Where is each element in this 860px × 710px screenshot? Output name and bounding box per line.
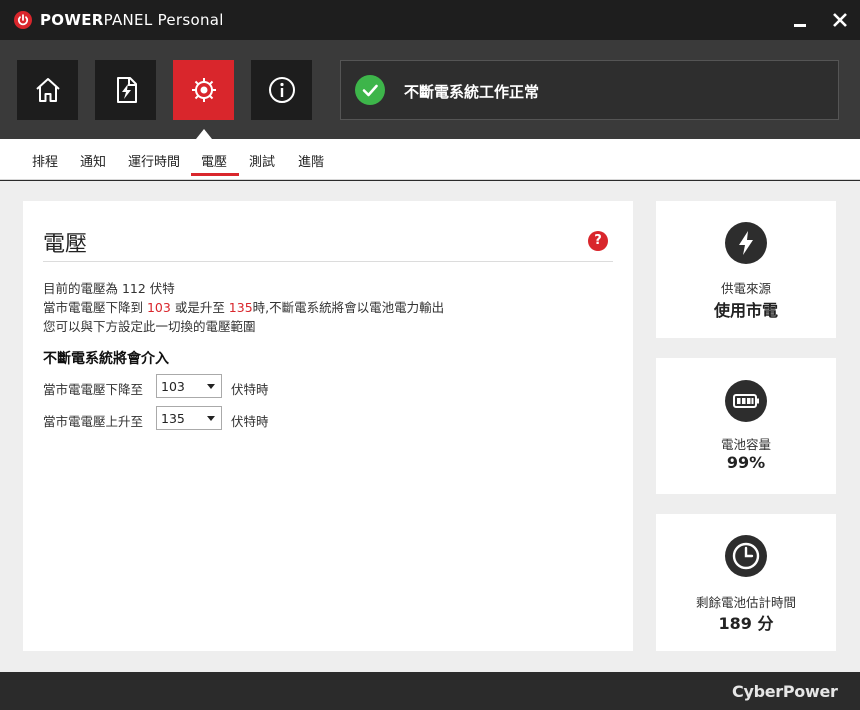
close-button[interactable] [828, 8, 852, 32]
low-voltage-label: 當市電電壓下降至 [43, 382, 144, 397]
power-source-label: 供電來源 [720, 281, 771, 296]
app-logo-icon [14, 11, 32, 29]
tab-advanced[interactable]: 進階 [298, 151, 324, 170]
current-voltage-text: 目前的電壓為 112 伏特 [43, 281, 175, 296]
active-nav-pointer [196, 129, 212, 139]
active-tab-indicator [191, 173, 239, 176]
status-text: 不斷電系統工作正常 [404, 83, 540, 101]
runtime-value: 189 分 [718, 614, 774, 633]
tab-notification[interactable]: 通知 [80, 151, 106, 170]
chevron-down-icon [207, 384, 215, 389]
chevron-down-icon [207, 416, 215, 421]
footer: CyberPower [0, 672, 860, 710]
runtime-card: 剩餘電池估計時間 189 分 [656, 514, 836, 651]
home-icon [35, 78, 60, 102]
voltage-panel: 電壓 ? 目前的電壓為 112 伏特 當市電電壓下降到 103 或是升至 135… [23, 201, 633, 651]
header: 不斷電系統工作正常 [0, 40, 860, 139]
app-title: POWERPANEL Personal [40, 11, 224, 29]
power-source-card: 供電來源 使用市電 [656, 201, 836, 338]
minimize-button[interactable] [788, 8, 812, 32]
clock-icon [725, 535, 767, 577]
nav-home-button[interactable] [17, 60, 78, 120]
low-voltage-unit: 伏特時 [231, 382, 269, 397]
high-voltage-select[interactable]: 135 [156, 406, 222, 430]
info-icon [268, 77, 295, 103]
content-area: 電壓 ? 目前的電壓為 112 伏特 當市電電壓下降到 103 或是升至 135… [0, 181, 860, 672]
high-threshold-value: 135 [228, 300, 253, 315]
low-threshold-value: 103 [146, 300, 171, 315]
high-voltage-value: 135 [161, 411, 185, 426]
runtime-label: 剩餘電池估計時間 [695, 595, 796, 610]
high-voltage-label: 當市電電壓上升至 [43, 414, 144, 429]
battery-icon [725, 380, 767, 422]
power-document-icon [116, 77, 137, 103]
nav-settings-button[interactable] [173, 60, 234, 120]
battery-capacity-label: 電池容量 [720, 437, 771, 452]
tab-runtime[interactable]: 運行時間 [128, 151, 180, 170]
low-voltage-value: 103 [161, 379, 185, 394]
nav-info-button[interactable] [251, 60, 312, 120]
high-voltage-unit: 伏特時 [231, 414, 269, 429]
range-instruction: 您可以與下方設定此一切換的電壓範圍 [43, 319, 256, 334]
divider [43, 261, 613, 262]
gear-icon [191, 78, 216, 102]
tab-bar: 排程 通知 運行時間 電壓 測試 進階 [0, 139, 860, 180]
lightning-icon [725, 222, 767, 264]
tab-voltage[interactable]: 電壓 [201, 151, 227, 170]
help-icon[interactable]: ? [588, 231, 608, 251]
nav-power-button[interactable] [95, 60, 156, 120]
battery-capacity-value: 99% [726, 453, 766, 472]
power-source-value: 使用市電 [713, 301, 778, 320]
tab-schedule[interactable]: 排程 [32, 151, 58, 170]
section-title: 不斷電系統將會介入 [43, 351, 169, 367]
page-title: 電壓 [43, 232, 88, 257]
battery-card: 電池容量 99% [656, 358, 836, 494]
status-banner: 不斷電系統工作正常 [340, 60, 839, 120]
check-circle-icon [355, 75, 385, 105]
title-bar: POWERPANEL Personal [0, 0, 860, 40]
low-voltage-select[interactable]: 103 [156, 374, 222, 398]
tab-test[interactable]: 測試 [249, 151, 275, 170]
transfer-description: 當市電電壓下降到 103 或是升至 135時,不斷電系統將會以電池電力輸出 [43, 300, 445, 315]
brand-logo: CyberPower [732, 682, 838, 701]
